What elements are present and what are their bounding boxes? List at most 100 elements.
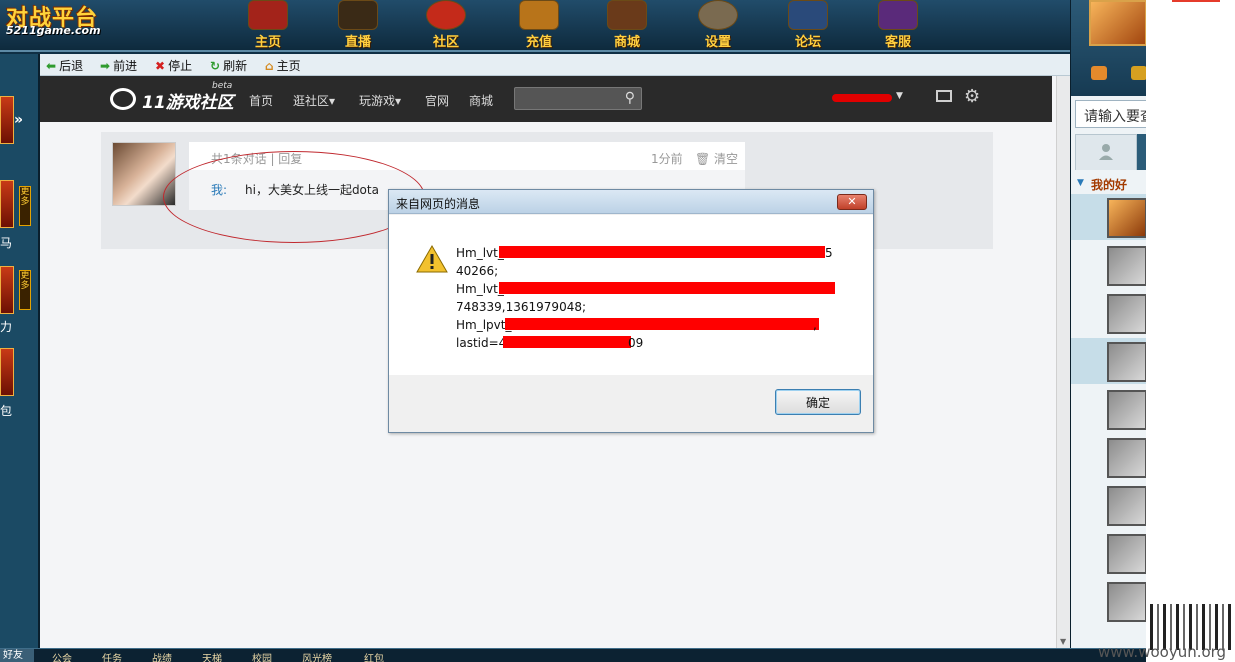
nav-community[interactable]: 社区 xyxy=(421,0,471,50)
warning-icon xyxy=(416,245,448,273)
treasure-chest-icon xyxy=(519,0,559,30)
logo-domain: 5211game.com xyxy=(6,24,101,37)
tab-friends[interactable] xyxy=(1075,134,1137,170)
dialog-titlebar[interactable]: 来自网页的消息 ✕ xyxy=(389,190,873,214)
friend-avatar[interactable] xyxy=(1107,486,1146,526)
dialog-body: Hm_lvt_ 5 40266; Hm_lvt_ 748339,13619790… xyxy=(389,215,873,375)
more-button-1[interactable]: 更多 xyxy=(19,186,31,226)
platform-window: 对战平台 5211game.com 主页 直播 社区 充值 商城 设置 论坛 客… xyxy=(0,0,1146,662)
shop-icon xyxy=(607,0,647,30)
friend-group-title[interactable]: 我的好 xyxy=(1091,176,1127,193)
cookie-line-5-trail: , xyxy=(813,318,817,332)
home-label: 主页 xyxy=(276,59,301,73)
page-scrollbar[interactable]: ▼ xyxy=(1056,76,1070,648)
game-card-1[interactable] xyxy=(0,96,14,144)
friend-avatar[interactable] xyxy=(1107,342,1146,382)
bottom-item-tasks[interactable]: 任务 xyxy=(102,650,122,662)
site-header: 11游戏社区 beta 首页 逛社区▾ 玩游戏▾ 官网 商城 ⚲ ▼ ⚙ xyxy=(40,76,1052,122)
game-card-3[interactable] xyxy=(0,266,14,314)
bottom-taskbar: 好友 公会 任务 战绩 天梯 校园 风光榜 红包 xyxy=(0,648,1146,662)
bottom-item-campus[interactable]: 校园 xyxy=(252,650,272,662)
stop-button[interactable]: ✖ 停止 xyxy=(155,57,192,73)
thread-time: 1分前 xyxy=(651,152,683,166)
gear-icon xyxy=(698,0,738,30)
site-nav-community[interactable]: 逛社区▾ xyxy=(293,92,335,109)
nav-settings[interactable]: 设置 xyxy=(693,0,743,50)
scroll-down-icon[interactable]: ▼ xyxy=(1060,637,1066,646)
left-label-3: 包 xyxy=(0,404,13,418)
nav-home[interactable]: 主页 xyxy=(243,0,293,50)
back-label: 后退 xyxy=(59,59,84,73)
bottom-item-ranking[interactable]: 风光榜 xyxy=(302,650,332,662)
home-button[interactable]: ⌂ 主页 xyxy=(265,57,301,73)
cookie-line-4: 748339,1361979048; xyxy=(456,300,587,314)
friend-avatar[interactable] xyxy=(1107,294,1146,334)
friend-avatar[interactable] xyxy=(1107,438,1146,478)
site-search-input[interactable]: ⚲ xyxy=(514,87,642,110)
nav-recharge[interactable]: 充值 xyxy=(514,0,564,50)
dialog-footer: 确定 xyxy=(389,375,873,432)
friend-search-input[interactable]: 请输入要查 xyxy=(1075,100,1146,128)
friend-avatar[interactable] xyxy=(1107,582,1146,622)
site-nav-home[interactable]: 首页 xyxy=(249,92,273,109)
search-icon[interactable]: ⚲ xyxy=(625,90,635,106)
forum-icon xyxy=(788,0,828,30)
nav-support[interactable]: 客服 xyxy=(873,0,923,50)
cookie-line-6: lastid=4 xyxy=(456,336,507,350)
group-collapse-icon[interactable]: ▼ xyxy=(1077,178,1084,188)
more-button-2[interactable]: 更多 xyxy=(19,270,31,310)
clear-button[interactable]: 🗑 清空 xyxy=(695,150,738,167)
friend-avatar[interactable] xyxy=(1107,390,1146,430)
nav-shop-label: 商城 xyxy=(613,35,640,50)
refresh-button[interactable]: ↻ 刷新 xyxy=(210,57,247,73)
redaction-bar xyxy=(499,282,835,294)
bottom-item-redpacket[interactable]: 红包 xyxy=(364,650,384,662)
close-button[interactable]: ✕ xyxy=(837,194,867,210)
nav-settings-label: 设置 xyxy=(704,35,731,50)
site-nav-official[interactable]: 官网 xyxy=(425,92,449,109)
site-nav-shop[interactable]: 商城 xyxy=(469,92,493,109)
game-card-4[interactable] xyxy=(0,348,14,396)
left-sidebar: » 更多 马 更多 力 包 xyxy=(0,54,40,648)
settings-gear-icon[interactable]: ⚙ xyxy=(964,86,980,107)
friend-avatar[interactable] xyxy=(1107,534,1146,574)
user-portrait[interactable] xyxy=(1089,0,1146,46)
support-icon xyxy=(878,0,918,30)
redacted-username[interactable] xyxy=(832,94,892,102)
annotation-circle xyxy=(163,151,425,243)
friends-start-button[interactable]: 好友 xyxy=(0,649,34,662)
bottom-item-ladder[interactable]: 天梯 xyxy=(202,650,222,662)
forward-arrow-icon: ➡ xyxy=(100,59,111,73)
bottom-item-guild[interactable]: 公会 xyxy=(52,650,72,662)
status-icon[interactable] xyxy=(1091,66,1107,80)
game-card-2[interactable] xyxy=(0,180,14,228)
left-label-1: 马 xyxy=(0,236,13,250)
ok-button[interactable]: 确定 xyxy=(775,389,861,415)
nav-forum[interactable]: 论坛 xyxy=(783,0,833,50)
cookie-line-1-trail: 5 xyxy=(825,246,833,260)
refresh-label: 刷新 xyxy=(223,59,248,73)
site-nav-games[interactable]: 玩游戏▾ xyxy=(359,92,401,109)
friend-avatar[interactable] xyxy=(1107,246,1146,286)
nav-home-label: 主页 xyxy=(254,35,281,50)
bottom-item-record[interactable]: 战绩 xyxy=(152,650,172,662)
rank-icon[interactable] xyxy=(1131,66,1146,80)
expand-arrow-icon[interactable]: » xyxy=(14,112,23,128)
side-strip xyxy=(1146,0,1235,662)
tab-other[interactable] xyxy=(1137,134,1146,170)
cookie-line-2: 40266; xyxy=(456,264,499,278)
nav-shop[interactable]: 商城 xyxy=(602,0,652,50)
forward-button[interactable]: ➡ 前进 xyxy=(100,57,137,73)
left-label-2: 力 xyxy=(0,320,13,334)
home-icon: ⌂ xyxy=(265,59,274,73)
chevron-down-icon[interactable]: ▼ xyxy=(896,91,903,101)
nav-live[interactable]: 直播 xyxy=(333,0,383,50)
nav-community-label: 社区 xyxy=(432,35,459,50)
alert-dialog: 来自网页的消息 ✕ Hm_lvt_ 5 40266; Hm_lvt_ 74833… xyxy=(388,189,874,433)
back-button[interactable]: ⬅ 后退 xyxy=(46,57,83,73)
mail-icon[interactable] xyxy=(936,90,952,102)
community-icon xyxy=(426,0,466,30)
friend-avatar[interactable] xyxy=(1107,198,1146,238)
friends-panel: 请输入要查 ▼ 我的好 xyxy=(1070,0,1146,648)
nav-support-label: 客服 xyxy=(884,35,911,50)
